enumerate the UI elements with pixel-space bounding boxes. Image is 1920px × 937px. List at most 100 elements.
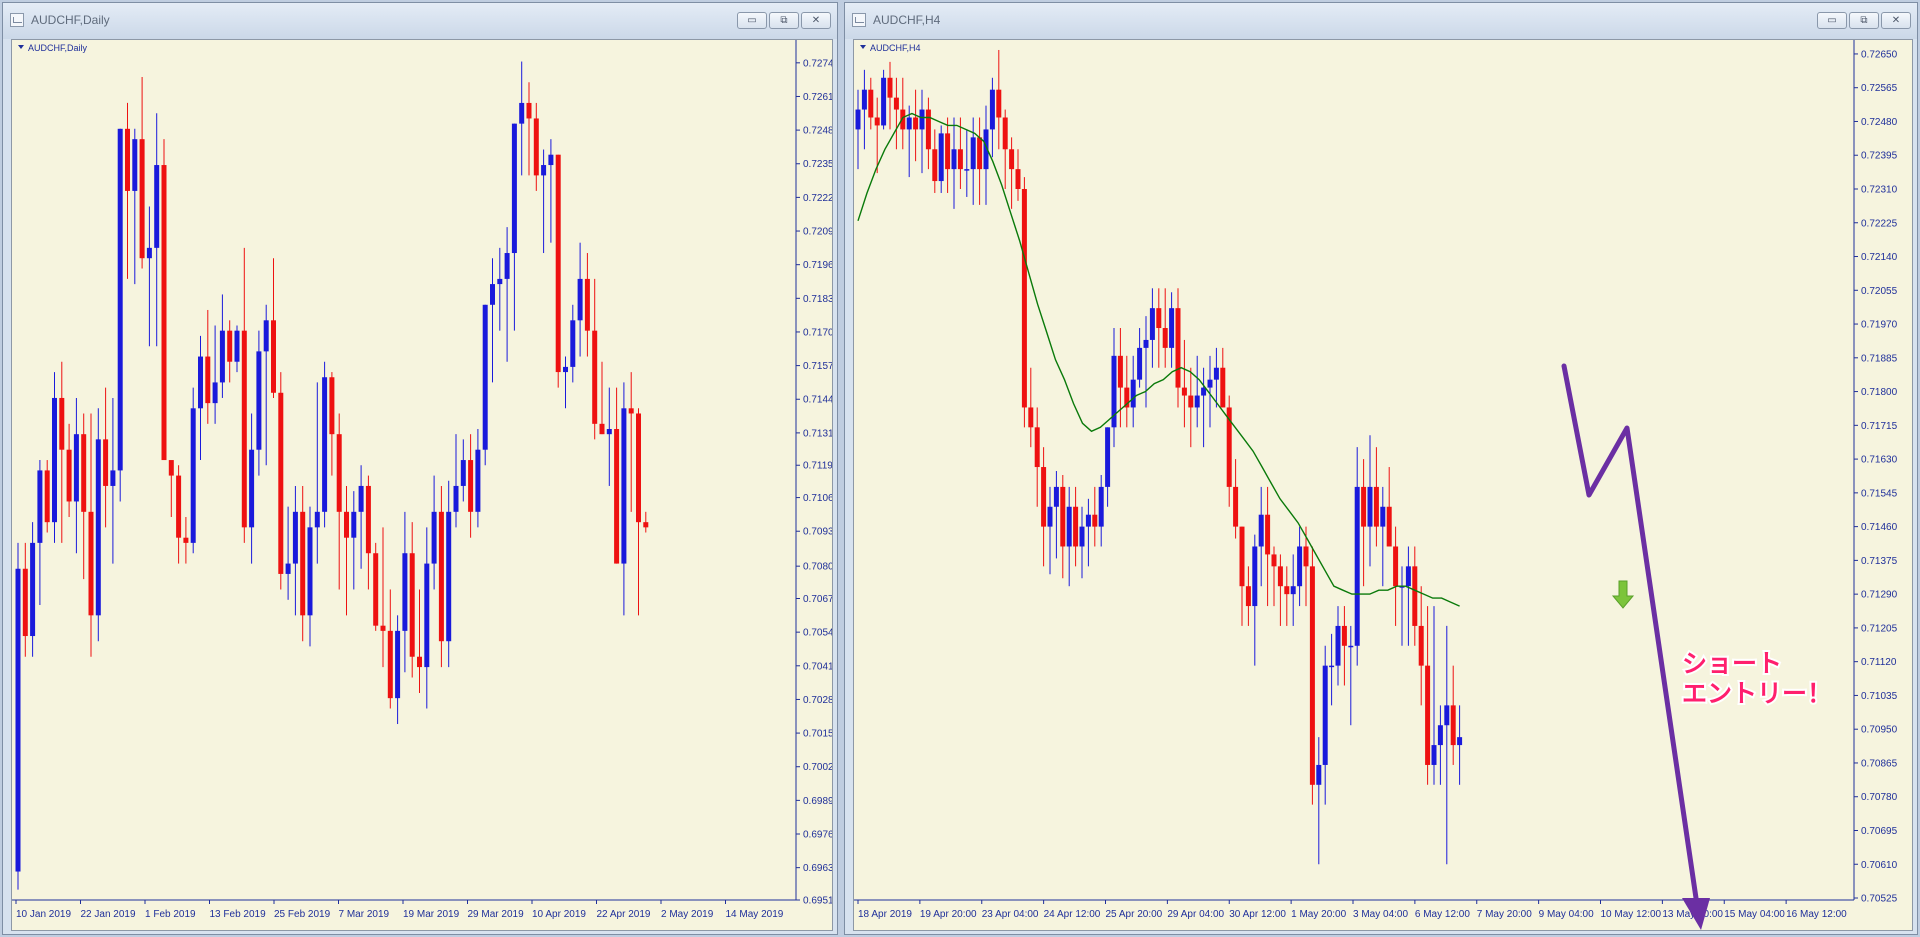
candle[interactable] (117, 128, 123, 502)
candle[interactable] (1021, 177, 1027, 428)
candle-body (1156, 308, 1162, 329)
candle[interactable] (190, 387, 196, 554)
time-tick-label: 22 Jan 2019 (81, 909, 136, 920)
price-tick-label: 0.69765 (803, 830, 833, 841)
candle-body (409, 553, 415, 657)
candle-body (1060, 486, 1066, 547)
candle-body (1290, 586, 1296, 595)
candle[interactable] (95, 408, 101, 642)
chart-area[interactable]: AUDCHF,Daily 0.72745 0.72615 0.72485 0.72355… (11, 39, 833, 931)
price-tick-label: 0.70935 (803, 527, 833, 538)
candle[interactable] (373, 542, 379, 631)
price-tick-label: 0.70025 (803, 762, 833, 773)
price-tick-label: 0.72310 (1861, 184, 1898, 195)
price-tick-label: 0.71705 (803, 327, 833, 338)
candle-body (1041, 467, 1047, 527)
candle-body (1181, 387, 1187, 396)
candle-body (570, 320, 576, 367)
restore-button[interactable]: ⧉ (769, 12, 799, 29)
window-titlebar[interactable]: AUDCHF,Daily ▭ ⧉ ✕ (3, 3, 837, 39)
candle-body (938, 133, 944, 182)
price-tick-label: 0.71575 (803, 361, 833, 372)
price-tick-label: 0.71190 (803, 461, 833, 472)
candle-body (1009, 149, 1015, 170)
chart-window-icon (852, 13, 866, 27)
price-tick-label: 0.70695 (1861, 826, 1898, 837)
price-tick-label: 0.71445 (803, 395, 833, 406)
price-tick-label: 0.72225 (803, 193, 833, 204)
restore-button[interactable]: ⧉ (1849, 12, 1879, 29)
candle-body (307, 527, 313, 616)
candle-body (249, 449, 255, 528)
chart-symbol-label: AUDCHF,Daily (28, 43, 88, 53)
candle[interactable] (322, 361, 328, 528)
candle-body (621, 408, 627, 564)
daily-candlestick-chart[interactable]: AUDCHF,Daily 0.72745 0.72615 0.72485 0.72355… (12, 40, 833, 931)
time-tick-label: 6 May 12:00 (1415, 909, 1470, 920)
candle-body (541, 165, 547, 176)
candle[interactable] (161, 139, 167, 461)
price-tick-label: 0.72225 (1861, 218, 1898, 229)
candle-body (344, 511, 349, 538)
candle-body (887, 77, 893, 98)
time-tick-label: 1 May 20:00 (1291, 909, 1346, 920)
candle-body (577, 278, 583, 321)
candle-body (1162, 328, 1168, 348)
candle-body (1457, 737, 1463, 746)
candle-body (234, 330, 240, 362)
close-button[interactable]: ✕ (801, 12, 831, 29)
candle-body (1252, 546, 1258, 607)
candle-body (1137, 347, 1143, 380)
candle-body (132, 139, 138, 191)
candle-body (1015, 169, 1021, 189)
candle-body (358, 485, 364, 512)
chart-area[interactable]: AUDCHF,H4 0.72650 0.72565 0.72480 0.72395 0.7… (853, 39, 1913, 931)
chart-symbol-label: AUDCHF,H4 (870, 43, 921, 53)
candle[interactable] (1309, 546, 1315, 805)
candle-body (945, 133, 951, 170)
chart-window-h4[interactable]: AUDCHF,H4 ▭ ⧉ ✕ AUDCHF,H4 0.72650 0.72565 0… (844, 2, 1918, 935)
time-tick-label: 16 May 12:00 (1786, 909, 1847, 920)
candle[interactable] (438, 485, 444, 668)
price-tick-label: 0.69635 (803, 863, 833, 874)
candle-body (73, 434, 79, 502)
candle-body (913, 117, 919, 130)
candle-body (198, 356, 203, 409)
price-tick-label: 0.69895 (803, 796, 833, 807)
candle-body (1213, 367, 1219, 380)
chart-window-daily[interactable]: AUDCHF,Daily ▭ ⧉ ✕ AUDCHF,Daily 0.72745 0.… (2, 2, 838, 935)
candle-body (1316, 764, 1322, 785)
candle-body (1188, 395, 1194, 408)
candle-body (424, 563, 430, 668)
candle-body (1092, 514, 1098, 527)
candle[interactable] (482, 304, 488, 466)
candle-body (1393, 546, 1399, 587)
h4-candlestick-chart[interactable]: AUDCHF,H4 0.72650 0.72565 0.72480 0.72395 0.7… (854, 40, 1913, 931)
candle-body (351, 511, 357, 538)
candle-body (1220, 367, 1226, 408)
candle-body (548, 154, 554, 166)
price-tick-label: 0.72355 (803, 159, 833, 170)
candle[interactable] (44, 460, 50, 533)
price-tick-label: 0.72480 (1861, 117, 1898, 128)
close-button[interactable]: ✕ (1881, 12, 1911, 29)
price-tick-label: 0.70285 (803, 695, 833, 706)
candle-body (387, 630, 393, 699)
candle[interactable] (15, 542, 21, 890)
annotation-line-2: エントリー！ (1682, 679, 1832, 708)
candle-body (52, 397, 57, 523)
window-titlebar[interactable]: AUDCHF,H4 ▭ ⧉ ✕ (845, 3, 1917, 39)
candle-body (526, 102, 532, 119)
candle[interactable] (555, 154, 561, 388)
candle-body (996, 89, 1002, 118)
candle-body (205, 356, 211, 404)
candle[interactable] (881, 69, 887, 130)
candle-body (1297, 546, 1303, 587)
time-tick-label: 29 Apr 04:00 (1167, 909, 1224, 920)
minimize-button[interactable]: ▭ (1817, 12, 1847, 29)
candle-body (1245, 586, 1251, 607)
candle[interactable] (278, 372, 284, 590)
minimize-button[interactable]: ▭ (737, 12, 767, 29)
price-tick-label: 0.72095 (803, 227, 833, 238)
candle-body (1431, 745, 1437, 765)
